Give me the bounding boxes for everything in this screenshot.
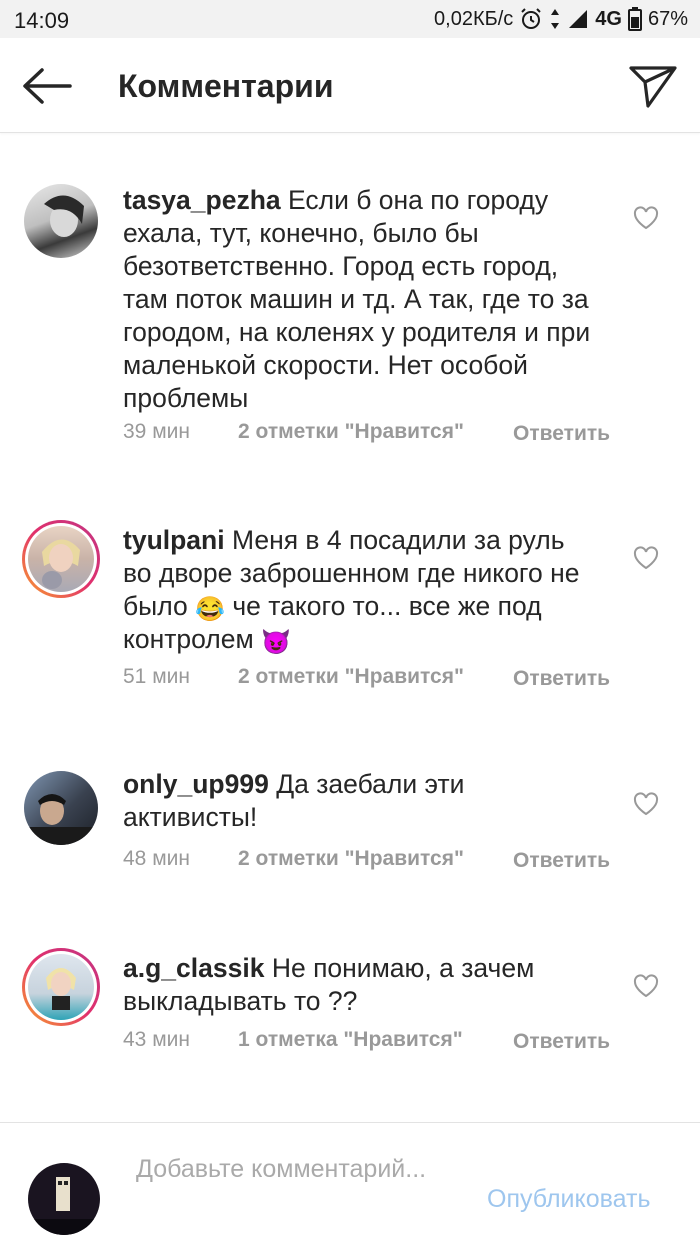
current-user-avatar	[28, 1163, 100, 1235]
page-title: Комментарии	[118, 68, 334, 104]
reply-button[interactable]: Ответить	[513, 665, 610, 693]
heart-icon[interactable]	[633, 792, 659, 816]
heart-icon[interactable]	[633, 974, 659, 998]
comment-time: 51 мин	[123, 665, 190, 688]
comment-text: tyulpani Меня в 4 посадили за руль во дв…	[123, 524, 593, 656]
paper-plane-icon[interactable]	[628, 64, 678, 110]
app-header: Комментарии	[0, 38, 700, 133]
status-icons: 0,02КБ/с 4G 67%	[434, 7, 688, 31]
comment-input[interactable]: Добавьте комментарий...	[136, 1153, 456, 1185]
signal-icon	[569, 10, 588, 28]
avatar[interactable]	[24, 771, 98, 845]
comment-time: 39 мин	[123, 420, 190, 443]
arrow-left-icon[interactable]	[20, 66, 72, 106]
comment-time: 43 мин	[123, 1028, 190, 1051]
comment-username[interactable]: tasya_pezha	[123, 185, 281, 215]
comment-likes[interactable]: 2 отметки "Нравится"	[238, 847, 464, 871]
status-bar: 14:09 0,02КБ/с 4G 67%	[0, 0, 700, 38]
comment-username[interactable]: only_up999	[123, 769, 269, 799]
avatar[interactable]	[22, 948, 100, 1026]
heart-icon[interactable]	[633, 206, 659, 230]
comment-likes[interactable]: 2 отметки "Нравится"	[238, 665, 464, 689]
devil-emoji: 😈	[261, 629, 291, 656]
avatar[interactable]	[24, 184, 98, 258]
comment-text: a.g_classik Не понимаю, а зачем выкладыв…	[123, 952, 593, 1018]
alarm-icon	[521, 8, 541, 29]
battery-level: 67%	[647, 7, 688, 30]
status-time: 14:09	[14, 8, 70, 33]
reply-button[interactable]: Ответить	[513, 420, 610, 448]
post-button[interactable]: Опубликовать	[487, 1185, 650, 1214]
comment-username[interactable]: a.g_classik	[123, 953, 264, 983]
data-arrows-icon	[551, 9, 560, 29]
comment-time: 48 мин	[123, 847, 190, 870]
comment-text: only_up999 Да заебали эти активисты!	[123, 768, 593, 834]
comment-body: Если б она по городу ехала, тут, конечно…	[123, 185, 591, 413]
comment-likes[interactable]: 2 отметки "Нравится"	[238, 420, 464, 444]
heart-icon[interactable]	[633, 546, 659, 570]
network-type: 4G	[595, 7, 622, 30]
reply-button[interactable]: Ответить	[513, 847, 610, 875]
network-speed: 0,02КБ/с	[434, 7, 514, 30]
battery-icon	[627, 7, 642, 31]
laughing-emoji: 😂	[195, 596, 225, 623]
avatar[interactable]	[22, 520, 100, 598]
comment-text: tasya_pezha Если б она по городу ехала, …	[123, 184, 593, 415]
reply-button[interactable]: Ответить	[513, 1028, 610, 1056]
comment-username[interactable]: tyulpani	[123, 525, 225, 555]
comment-likes[interactable]: 1 отметка "Нравится"	[238, 1028, 463, 1052]
comment-composer: Добавьте комментарий... Опубликовать	[0, 1122, 700, 1245]
